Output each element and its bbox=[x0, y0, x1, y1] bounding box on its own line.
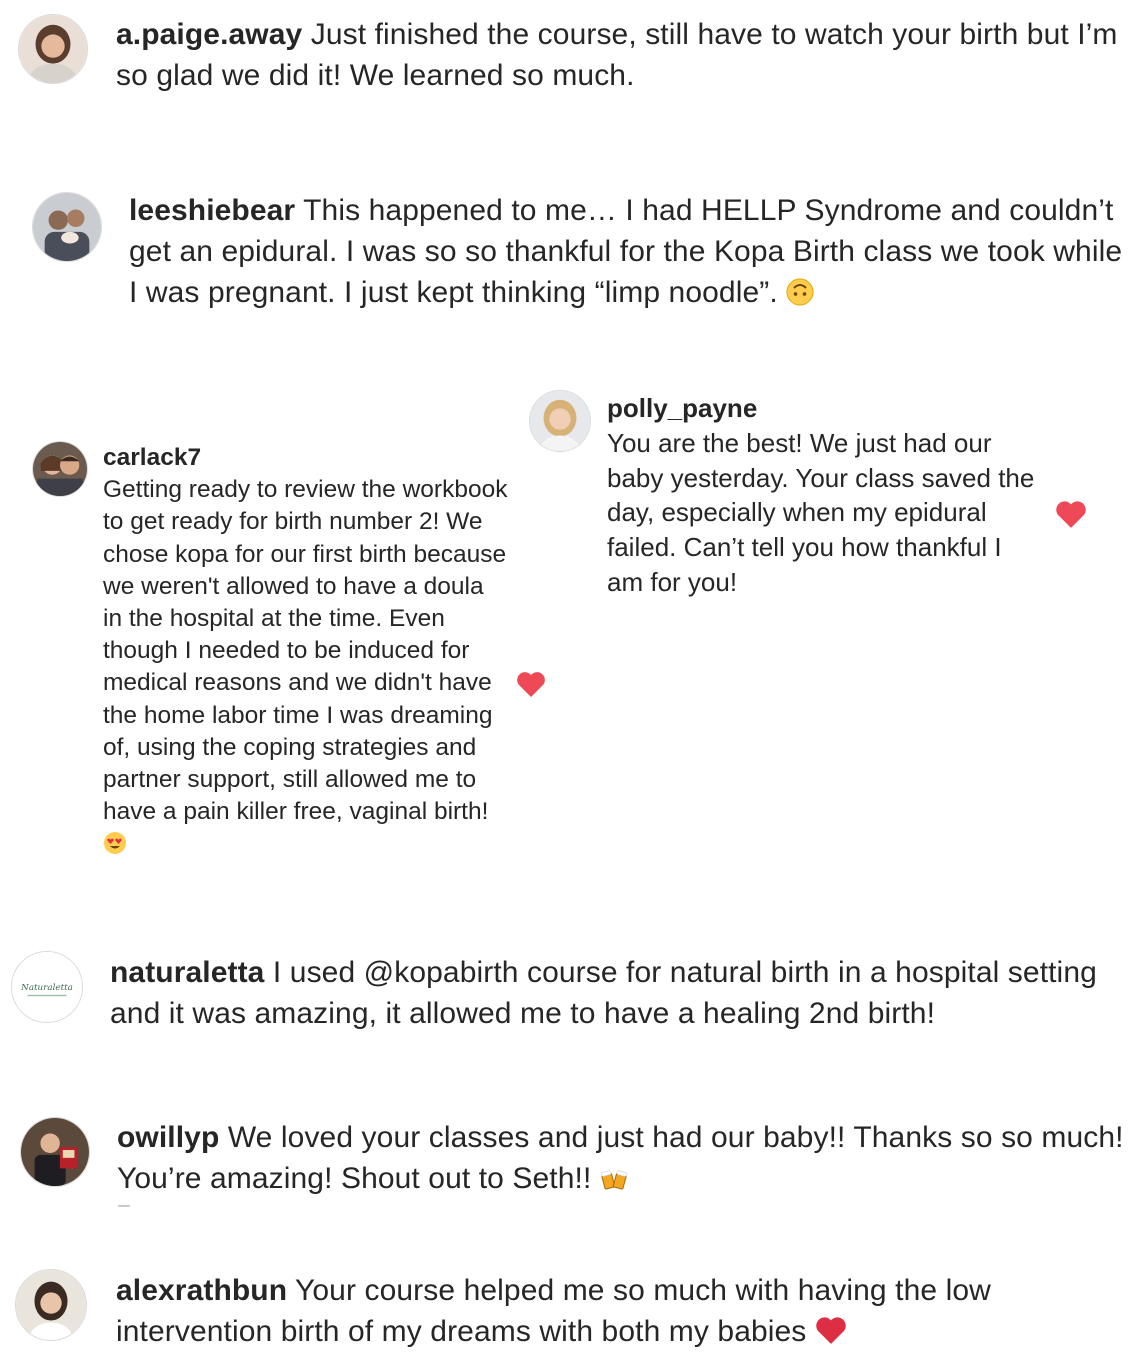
username-link[interactable]: carlack7 bbox=[103, 442, 508, 474]
avatar-a-paige-away[interactable] bbox=[18, 14, 88, 84]
username-link[interactable]: leeshiebear bbox=[129, 194, 295, 227]
comment-text: You are the best! We just had our baby y… bbox=[607, 427, 1035, 597]
username-link[interactable]: a.paige.away bbox=[116, 18, 302, 51]
username-link[interactable]: naturaletta bbox=[110, 956, 264, 989]
username-link[interactable]: alexrathbun bbox=[116, 1274, 287, 1307]
username-link[interactable]: polly_payne bbox=[607, 391, 1037, 426]
like-heart-icon[interactable] bbox=[516, 670, 546, 698]
divider bbox=[118, 1205, 130, 1207]
username-link[interactable]: owillyp bbox=[117, 1121, 219, 1154]
avatar-leeshiebear[interactable] bbox=[32, 192, 102, 262]
avatar-carlack7[interactable] bbox=[32, 441, 88, 497]
avatar-owillyp[interactable] bbox=[20, 1117, 90, 1187]
like-heart-icon[interactable] bbox=[1055, 499, 1087, 529]
comment-text: Getting ready to review the workbook to … bbox=[103, 476, 508, 826]
clinking-beer-mugs-icon bbox=[600, 1170, 627, 1190]
avatar-alexrathbun[interactable] bbox=[15, 1269, 87, 1341]
red-heart-emoji-icon bbox=[816, 1317, 846, 1344]
avatar-polly-payne[interactable] bbox=[529, 390, 591, 452]
avatar-logo-text: Naturaletta bbox=[20, 983, 73, 993]
avatar-naturaletta[interactable]: Naturaletta bbox=[11, 951, 83, 1023]
heart-eyes-emoji-icon bbox=[104, 832, 126, 855]
upside-down-face-icon bbox=[786, 278, 814, 306]
